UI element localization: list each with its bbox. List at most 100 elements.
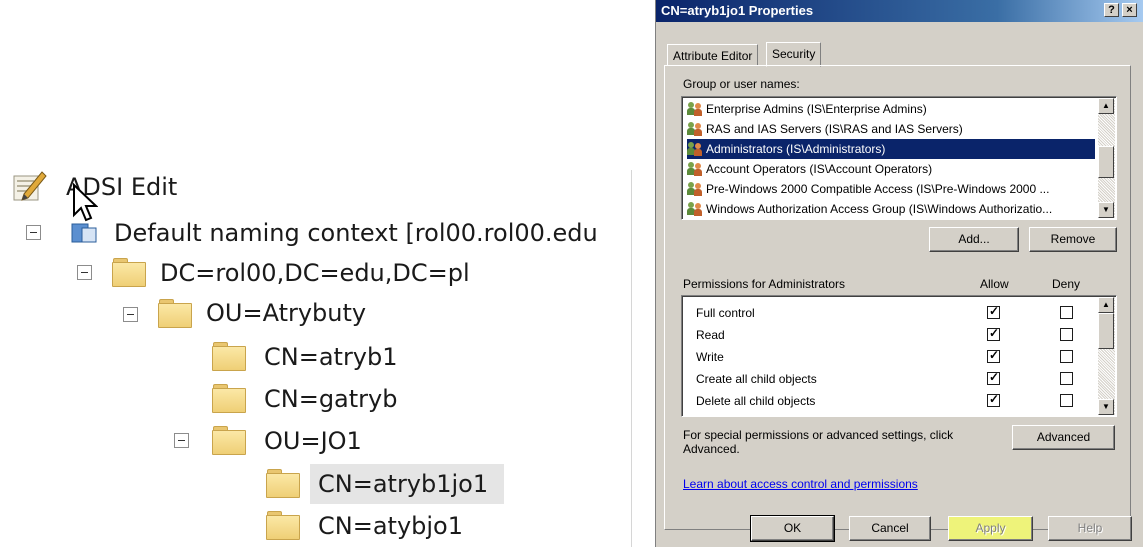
naming-context-label: Default naming context [rol00.rol00.edu [114, 219, 598, 247]
folder-icon [212, 342, 246, 371]
tree-node-cn-gatryb[interactable]: CN=gatryb [264, 379, 397, 419]
group-icon [687, 142, 703, 156]
group-icon [687, 102, 703, 116]
folder-icon [266, 469, 300, 498]
deny-checkbox[interactable] [1060, 306, 1073, 319]
allow-checkbox[interactable] [987, 370, 1000, 385]
tree-node-ou-jo1[interactable]: OU=JO1 [264, 421, 362, 461]
help-button[interactable]: Help [1048, 516, 1132, 541]
security-panel: Group or user names: Enterprise Admins (… [664, 65, 1131, 530]
user-name: Windows Authorization Access Group (IS\W… [706, 202, 1053, 216]
help-caption-button[interactable]: ? [1104, 3, 1119, 17]
learn-link[interactable]: Learn about access control and permissio… [683, 477, 918, 491]
special-permissions-text-2: Advanced. [683, 442, 740, 456]
expander-ou-jo1[interactable] [174, 433, 189, 448]
allow-checkbox[interactable] [987, 392, 1000, 407]
group-icon [687, 202, 703, 216]
adsi-tree-pane: ADSI Edit Default naming context [rol00.… [0, 0, 640, 547]
permissions-listbox[interactable]: Full control Read Write Create all child… [681, 295, 1117, 417]
scroll-up-icon[interactable]: ▲ [1098, 98, 1114, 114]
permissions-scrollbar[interactable]: ▲ ▼ [1098, 297, 1115, 415]
permission-name: Full control [696, 306, 755, 320]
close-button[interactable]: × [1122, 3, 1137, 17]
allow-header: Allow [980, 277, 1009, 291]
permission-row: Full control [696, 302, 755, 324]
tree-node-naming-context[interactable]: Default naming context [rol00.rol00.edu [114, 213, 598, 253]
permission-name: Read [696, 328, 725, 342]
users-scrollbar[interactable]: ▲ ▼ [1098, 98, 1115, 218]
permission-row: Create all child objects [696, 368, 817, 390]
naming-context-icon [70, 220, 100, 246]
tree-divider [631, 170, 632, 547]
user-name: Pre-Windows 2000 Compatible Access (IS\P… [706, 182, 1050, 196]
dialog-titlebar[interactable]: CN=atryb1jo1 Properties ? × [656, 0, 1143, 22]
group-label: Group or user names: [683, 77, 800, 91]
deny-header: Deny [1052, 277, 1081, 291]
ou-jo1-label: OU=JO1 [264, 427, 362, 455]
ok-button[interactable]: OK [750, 515, 835, 542]
permissions-label: Permissions for Administrators [683, 277, 846, 291]
folder-icon [158, 299, 192, 328]
user-name: RAS and IAS Servers (IS\RAS and IAS Serv… [706, 122, 963, 136]
list-item-selected[interactable]: Administrators (IS\Administrators) [687, 139, 1095, 159]
cn-atryb1jo1-label: CN=atryb1jo1 [318, 470, 489, 498]
allow-checkbox[interactable] [987, 348, 1000, 363]
scroll-thumb[interactable] [1098, 146, 1114, 178]
allow-checkbox[interactable] [987, 326, 1000, 341]
list-item[interactable]: Enterprise Admins (IS\Enterprise Admins) [687, 99, 927, 119]
folder-icon [212, 384, 246, 413]
tree-node-cn-atybjo1[interactable]: CN=atybjo1 [318, 506, 463, 546]
users-listbox[interactable]: Enterprise Admins (IS\Enterprise Admins)… [681, 96, 1117, 220]
allow-checkbox[interactable] [987, 304, 1000, 319]
user-name: Account Operators (IS\Account Operators) [706, 162, 933, 176]
folder-icon [112, 258, 146, 287]
tree-node-domain[interactable]: DC=rol00,DC=edu,DC=pl [160, 253, 470, 293]
cn-gatryb-label: CN=gatryb [264, 385, 398, 413]
ou-atrybuty-label: OU=Atrybuty [206, 299, 367, 327]
cn-atybjo1-label: CN=atybjo1 [318, 512, 463, 540]
scroll-down-icon[interactable]: ▼ [1098, 202, 1114, 218]
tree-node-cn-atryb1jo1[interactable]: CN=atryb1jo1 [318, 464, 488, 504]
properties-dialog: CN=atryb1jo1 Properties ? × Attribute Ed… [655, 0, 1143, 547]
deny-checkbox[interactable] [1060, 328, 1073, 341]
adsi-edit-icon [12, 168, 48, 204]
advanced-button[interactable]: Advanced [1012, 425, 1115, 450]
user-name: Enterprise Admins (IS\Enterprise Admins) [706, 102, 927, 116]
group-icon [687, 182, 703, 196]
permission-name: Write [696, 350, 724, 364]
deny-checkbox[interactable] [1060, 394, 1073, 407]
cancel-button[interactable]: Cancel [849, 516, 931, 541]
scroll-up-icon[interactable]: ▲ [1098, 297, 1114, 313]
domain-label: DC=rol00,DC=edu,DC=pl [160, 259, 470, 287]
group-icon [687, 122, 703, 136]
list-item[interactable]: Pre-Windows 2000 Compatible Access (IS\P… [687, 179, 1049, 199]
permission-row: Write [696, 346, 724, 368]
list-item[interactable]: RAS and IAS Servers (IS\RAS and IAS Serv… [687, 119, 963, 139]
tree-node-ou-atrybuty[interactable]: OU=Atrybuty [206, 293, 366, 333]
special-permissions-text: For special permissions or advanced sett… [683, 428, 954, 442]
expander-naming-context[interactable] [26, 225, 41, 240]
apply-button[interactable]: Apply [948, 516, 1033, 541]
dialog-title: CN=atryb1jo1 Properties [661, 3, 814, 18]
tree-node-cn-atryb1[interactable]: CN=atryb1 [264, 337, 398, 377]
tab-security[interactable]: Security [766, 42, 822, 67]
permission-name: Create all child objects [696, 372, 817, 386]
group-icon [687, 162, 703, 176]
list-item[interactable]: Windows Authorization Access Group (IS\W… [687, 199, 1052, 219]
permission-name: Delete all child objects [696, 394, 816, 408]
deny-checkbox[interactable] [1060, 372, 1073, 385]
expander-domain[interactable] [77, 265, 92, 280]
list-item[interactable]: Account Operators (IS\Account Operators) [687, 159, 932, 179]
remove-button[interactable]: Remove [1029, 227, 1117, 252]
permission-row: Read [696, 324, 725, 346]
folder-icon [212, 426, 246, 455]
user-name: Administrators (IS\Administrators) [706, 142, 886, 156]
scroll-down-icon[interactable]: ▼ [1098, 399, 1114, 415]
expander-ou-atrybuty[interactable] [123, 307, 138, 322]
add-button[interactable]: Add... [929, 227, 1019, 252]
cn-atryb1-label: CN=atryb1 [264, 343, 398, 371]
folder-icon [266, 511, 300, 540]
tab-attribute-editor[interactable]: Attribute Editor [667, 44, 759, 66]
deny-checkbox[interactable] [1060, 350, 1073, 363]
scroll-thumb[interactable] [1098, 313, 1114, 349]
